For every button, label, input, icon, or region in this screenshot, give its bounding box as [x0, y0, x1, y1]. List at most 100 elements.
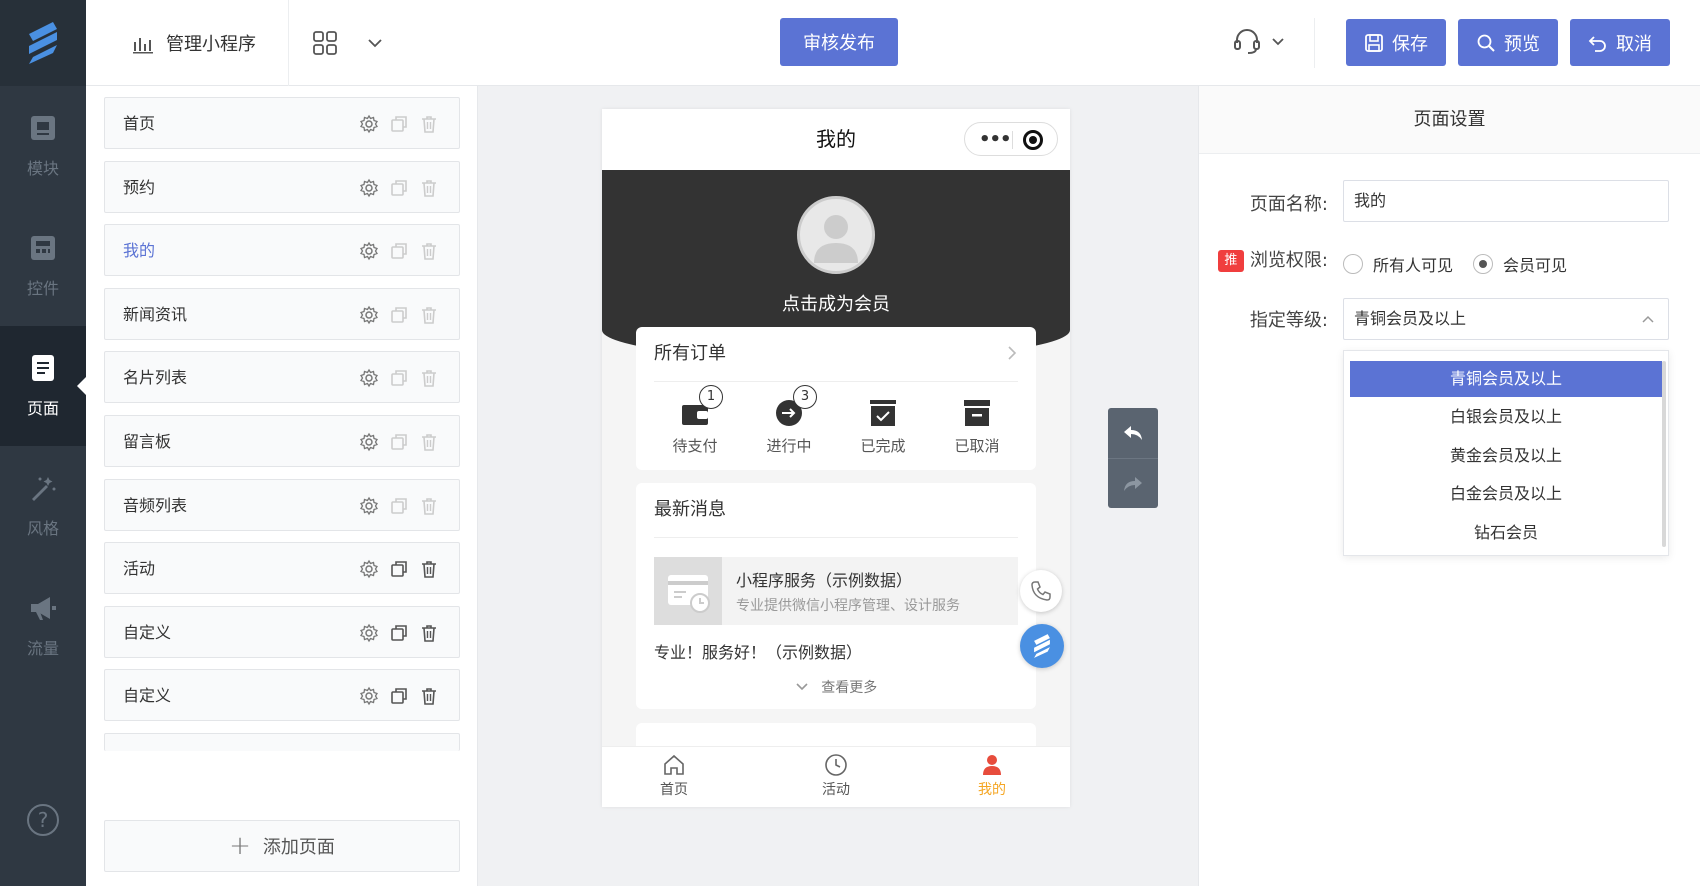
news-item[interactable]: 小程序服务（示例数据） 专业提供微信小程序管理、设计服务: [654, 557, 1018, 625]
order-status-processing[interactable]: 3 进行中: [744, 385, 834, 456]
trash-icon[interactable]: [419, 686, 439, 706]
page-list-item[interactable]: 预约: [104, 160, 460, 213]
mini-program-capsule[interactable]: •••: [964, 122, 1058, 156]
rail-item-module[interactable]: 模块: [0, 86, 86, 206]
save-button[interactable]: 保存: [1346, 19, 1446, 66]
page-list-item[interactable]: 留言板: [104, 415, 460, 467]
order-status-pending[interactable]: 1 待支付: [650, 385, 740, 456]
copy-icon[interactable]: [389, 178, 409, 198]
gear-icon[interactable]: [359, 241, 379, 261]
chevron-down-icon[interactable]: [1270, 34, 1286, 50]
level-option[interactable]: 白银会员及以上: [1350, 399, 1662, 435]
copy-icon[interactable]: [389, 432, 409, 452]
level-option[interactable]: 青铜会员及以上: [1350, 361, 1662, 397]
copy-icon[interactable]: [389, 559, 409, 579]
add-page-button[interactable]: + 添加页面: [104, 820, 460, 872]
gear-icon[interactable]: [359, 368, 379, 388]
gear-icon[interactable]: [359, 496, 379, 516]
copy-icon[interactable]: [389, 114, 409, 134]
page-list-item[interactable]: 我的: [104, 224, 460, 277]
level-option[interactable]: 黄金会员及以上: [1350, 438, 1662, 474]
gear-icon[interactable]: [359, 432, 379, 452]
page-list-item[interactable]: 音频列表: [104, 478, 460, 531]
help-icon[interactable]: ?: [27, 804, 59, 836]
trash-icon[interactable]: [419, 305, 439, 325]
order-status-completed[interactable]: 已完成: [838, 399, 928, 456]
trash-icon[interactable]: [419, 559, 439, 579]
page-list-item[interactable]: 自定义: [104, 669, 460, 722]
gear-icon[interactable]: [359, 178, 379, 198]
gear-icon[interactable]: [359, 305, 379, 325]
trash-icon[interactable]: [419, 241, 439, 261]
trash-icon[interactable]: [419, 432, 439, 452]
avatar[interactable]: [797, 196, 875, 274]
radio-access-members[interactable]: 会员可见: [1473, 252, 1567, 276]
tab-mine[interactable]: 我的: [952, 753, 1032, 799]
order-status-cancelled[interactable]: 已取消: [932, 399, 1022, 456]
grid-icon[interactable]: [312, 30, 338, 56]
undo-button[interactable]: [1108, 408, 1158, 458]
page-list-item-label: 自定义: [123, 622, 172, 642]
page-list-item[interactable]: 自定义: [104, 605, 460, 658]
trash-icon[interactable]: [419, 496, 439, 516]
page-list-item[interactable]: 活动: [104, 542, 460, 595]
rail-item-style[interactable]: 风格: [0, 446, 86, 566]
megaphone-icon: [31, 597, 56, 620]
view-more-label: 查看更多: [821, 680, 878, 696]
copy-icon[interactable]: [389, 305, 409, 325]
brand-logo[interactable]: [0, 0, 86, 86]
more-icon[interactable]: •••: [979, 129, 1012, 150]
publish-button[interactable]: 审核发布: [780, 18, 898, 66]
page-list-item[interactable]: 名片列表: [104, 351, 460, 404]
level-option[interactable]: 白金会员及以上: [1350, 476, 1662, 512]
float-call-button[interactable]: [1020, 570, 1062, 612]
trash-icon[interactable]: [419, 114, 439, 134]
radio-label: 会员可见: [1503, 256, 1568, 275]
level-dropdown: 青铜会员及以上 白银会员及以上 黄金会员及以上 白金会员及以上 钻石会员: [1343, 350, 1669, 556]
copy-icon[interactable]: [389, 686, 409, 706]
page-name-input[interactable]: 我的: [1343, 180, 1669, 222]
rail-item-traffic[interactable]: 流量: [0, 566, 86, 686]
divider: [288, 0, 289, 86]
gear-icon[interactable]: [359, 559, 379, 579]
cancel-button[interactable]: 取消: [1570, 19, 1670, 66]
copy-icon[interactable]: [389, 496, 409, 516]
order-status-label: 进行中: [766, 437, 812, 455]
tab-activity[interactable]: 活动: [796, 753, 876, 799]
radio-access-all[interactable]: 所有人可见: [1343, 252, 1453, 276]
chevron-right-icon[interactable]: [1004, 345, 1020, 361]
chevron-down-icon[interactable]: [366, 34, 384, 52]
scrollbar[interactable]: [1662, 361, 1666, 547]
tab-home[interactable]: 首页: [634, 753, 714, 799]
level-option[interactable]: 钻石会员: [1350, 515, 1662, 551]
headset-icon[interactable]: [1232, 26, 1262, 56]
page-list-item-label: 自定义: [123, 686, 172, 706]
gear-icon[interactable]: [359, 623, 379, 643]
trash-icon[interactable]: [419, 178, 439, 198]
trash-icon[interactable]: [419, 623, 439, 643]
page-list-item[interactable]: 新闻资讯: [104, 287, 460, 340]
copy-icon[interactable]: [389, 241, 409, 261]
copy-icon[interactable]: [389, 368, 409, 388]
archive-icon: [963, 399, 991, 427]
page-list-item[interactable]: [104, 733, 460, 751]
trash-icon[interactable]: [419, 368, 439, 388]
join-member-link[interactable]: 点击成为会员: [602, 290, 1070, 316]
level-select[interactable]: 青铜会员及以上: [1343, 298, 1669, 340]
rail-item-page[interactable]: 页面: [0, 326, 86, 446]
copy-icon[interactable]: [389, 623, 409, 643]
check-box-icon: [869, 399, 897, 427]
close-circle-icon[interactable]: [1023, 130, 1043, 150]
view-more-link[interactable]: 查看更多: [636, 677, 1036, 697]
access-label-row: 推浏览权限:: [1217, 246, 1328, 272]
rail-item-widget[interactable]: 控件: [0, 206, 86, 326]
gear-icon[interactable]: [359, 114, 379, 134]
page-list-item[interactable]: 首页: [104, 97, 460, 149]
gear-icon[interactable]: [359, 686, 379, 706]
page-item-actions: [359, 686, 439, 706]
redo-button[interactable]: [1108, 458, 1158, 508]
app-switcher[interactable]: 管理小程序: [132, 0, 256, 86]
preview-button[interactable]: 预览: [1458, 19, 1558, 66]
orders-title[interactable]: 所有订单: [654, 327, 726, 381]
float-brand-button[interactable]: [1020, 624, 1064, 668]
